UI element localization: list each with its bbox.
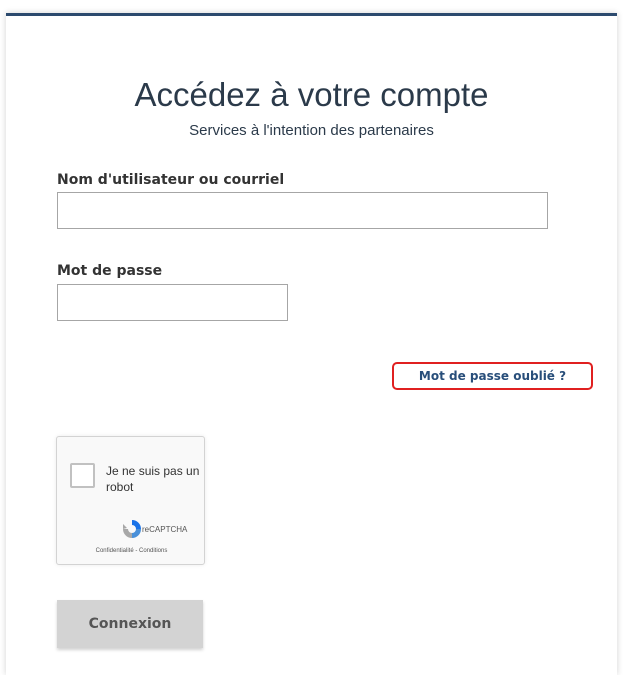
username-input[interactable] <box>57 192 548 229</box>
forgot-password-highlight: Mot de passe oublié ? <box>392 362 593 390</box>
recaptcha-logo-icon <box>123 520 141 538</box>
recaptcha-label: Je ne suis pas un robot <box>106 464 200 494</box>
password-label: Mot de passe <box>57 263 163 279</box>
page-title: Accédez à votre compte <box>134 76 489 113</box>
login-card: Accédez à votre compte Services à l'inte… <box>6 13 617 675</box>
recaptcha-widget: Je ne suis pas un robot reCAPTCHA Confid… <box>56 436 205 565</box>
page-subtitle: Services à l'intention des partenaires <box>189 122 434 139</box>
forgot-password-link[interactable]: Mot de passe oublié ? <box>419 369 566 383</box>
username-label: Nom d'utilisateur ou courriel <box>57 172 285 188</box>
recaptcha-brand: reCAPTCHA <box>142 525 188 534</box>
connexion-button[interactable]: Connexion <box>57 600 203 648</box>
password-input[interactable] <box>57 284 288 321</box>
recaptcha-links[interactable]: Confidentialité - Conditions <box>61 548 202 554</box>
recaptcha-checkbox[interactable] <box>70 463 95 488</box>
